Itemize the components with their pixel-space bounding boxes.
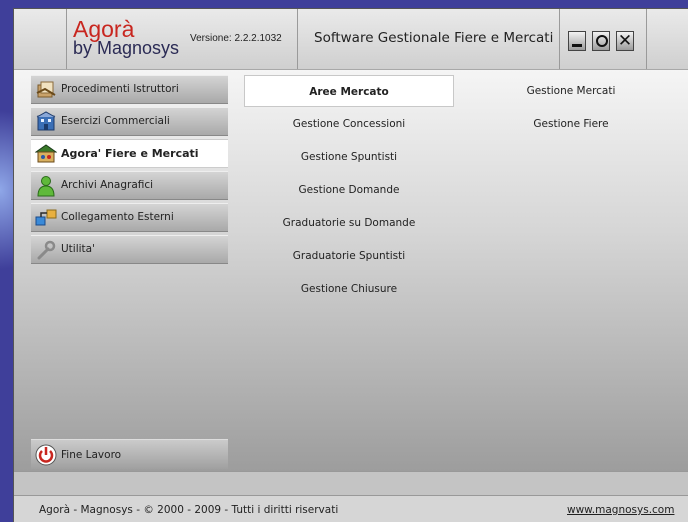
sidebar-item-label: Utilita' — [61, 243, 95, 255]
main-content: Procedimenti Istruttori Esercizi Commerc… — [14, 70, 688, 471]
sidebar-item-fiere-mercati[interactable]: Agora' Fiere e Mercati — [31, 139, 228, 168]
sidebar: Procedimenti Istruttori Esercizi Commerc… — [31, 75, 228, 267]
sidebar-item-label: Collegamento Esterni — [61, 211, 174, 223]
copyright-text: Agorà - Magnosys - © 2000 - 2009 - Tutti… — [39, 504, 339, 516]
detail-column: Gestione Mercati Gestione Fiere — [466, 75, 676, 141]
version-label: Versione: 2.2.2.1032 — [190, 33, 282, 44]
power-icon — [35, 444, 57, 466]
sidebar-item-utilita[interactable]: Utilita' — [31, 235, 228, 264]
wrench-icon — [37, 240, 56, 260]
sidebar-item-procedimenti[interactable]: Procedimenti Istruttori — [31, 75, 228, 104]
divider — [646, 9, 647, 69]
menu-graduatorie-spuntisti[interactable]: Graduatorie Spuntisti — [244, 240, 454, 272]
menu-gestione-spuntisti[interactable]: Gestione Spuntisti — [244, 141, 454, 173]
menu-gestione-concessioni[interactable]: Gestione Concessioni — [244, 108, 454, 140]
divider — [559, 9, 560, 69]
documents-icon — [36, 81, 56, 98]
sidebar-item-label: Agora' Fiere e Mercati — [61, 147, 199, 160]
network-icon — [35, 209, 57, 226]
sidebar-item-label: Esercizi Commerciali — [61, 115, 170, 127]
app-window: Agorà by Magnosys Versione: 2.2.2.1032 S… — [13, 8, 688, 522]
building-icon — [36, 111, 56, 131]
submenu-column: Aree Mercato Gestione Concessioni Gestio… — [244, 75, 454, 306]
website-link[interactable]: www.magnosys.com — [567, 504, 674, 516]
exit-button[interactable]: Fine Lavoro — [31, 439, 228, 469]
close-icon: ✕ — [617, 31, 633, 51]
footer: Agorà - Magnosys - © 2000 - 2009 - Tutti… — [14, 496, 688, 522]
status-bar — [14, 471, 688, 496]
menu-gestione-domande[interactable]: Gestione Domande — [244, 174, 454, 206]
logo-area: Agorà by Magnosys Versione: 2.2.2.1032 — [66, 9, 298, 69]
sidebar-item-label: Archivi Anagrafici — [61, 179, 154, 191]
sidebar-item-label: Procedimenti Istruttori — [61, 83, 179, 95]
minimize-button[interactable] — [568, 31, 586, 51]
menu-gestione-chiusure[interactable]: Gestione Chiusure — [244, 273, 454, 305]
menu-gestione-mercati[interactable]: Gestione Mercati — [466, 75, 676, 107]
sidebar-item-archivi[interactable]: Archivi Anagrafici — [31, 171, 228, 200]
title-bar: Agorà by Magnosys Versione: 2.2.2.1032 S… — [14, 9, 688, 70]
close-button[interactable]: ✕ — [616, 31, 634, 51]
sidebar-item-collegamento[interactable]: Collegamento Esterni — [31, 203, 228, 232]
menu-aree-mercato[interactable]: Aree Mercato — [244, 75, 454, 107]
maximize-button[interactable] — [592, 31, 610, 51]
menu-gestione-fiere[interactable]: Gestione Fiere — [466, 108, 676, 140]
menu-graduatorie-domande[interactable]: Graduatorie su Domande — [244, 207, 454, 239]
exit-label: Fine Lavoro — [61, 449, 122, 461]
logo-subtitle: by Magnosys — [73, 38, 180, 58]
market-icon — [35, 144, 57, 163]
sidebar-item-esercizi[interactable]: Esercizi Commerciali — [31, 107, 228, 136]
user-icon — [37, 176, 55, 197]
app-title: Software Gestionale Fiere e Mercati — [314, 30, 554, 46]
